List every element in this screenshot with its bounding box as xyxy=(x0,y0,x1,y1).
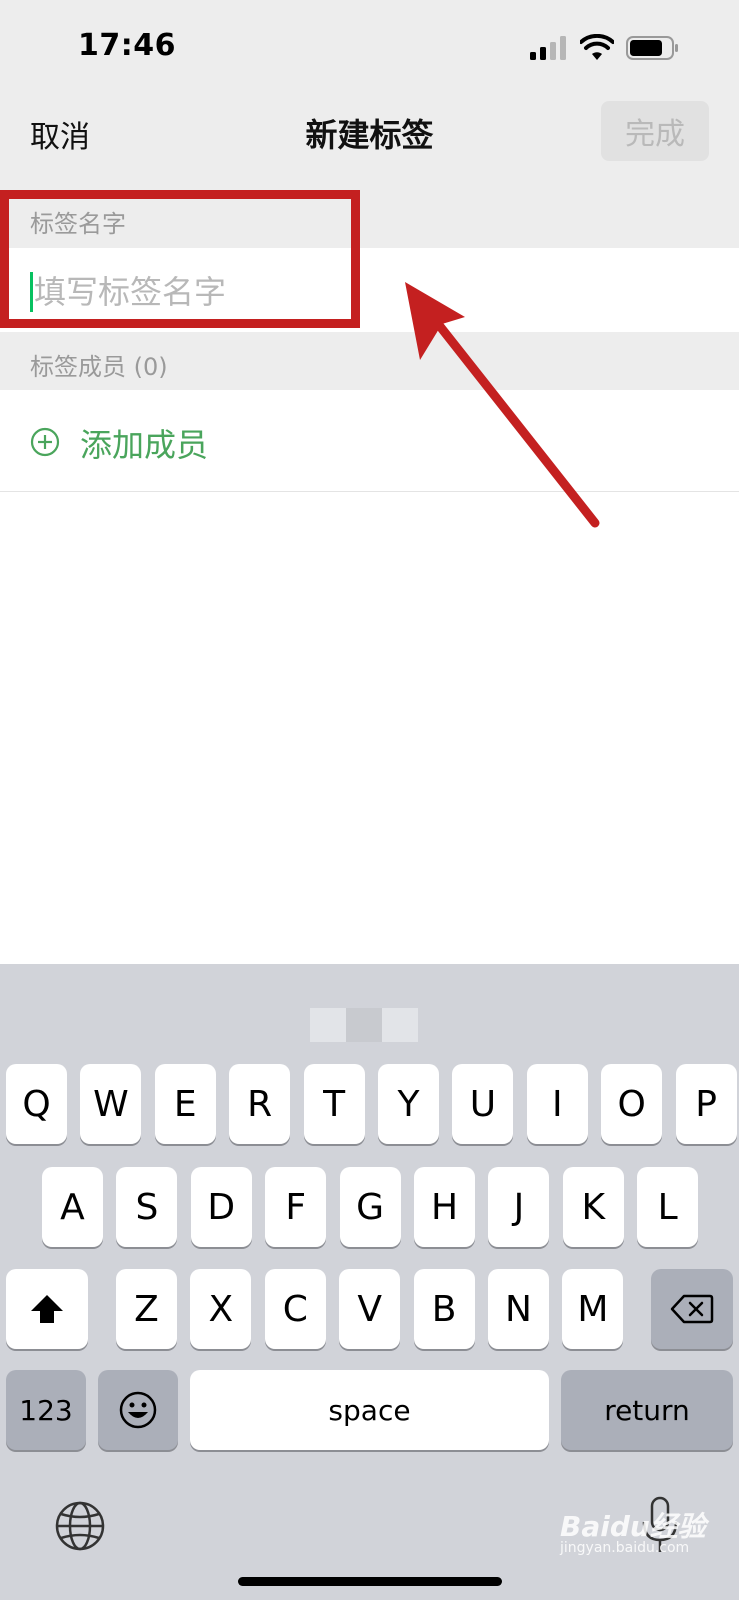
key-v[interactable]: V xyxy=(339,1269,401,1349)
key-z[interactable]: Z xyxy=(116,1269,177,1349)
prediction-bar xyxy=(310,1008,418,1042)
space-key[interactable]: space xyxy=(190,1370,549,1450)
done-button[interactable]: 完成 xyxy=(601,101,709,161)
shift-key[interactable] xyxy=(6,1269,88,1349)
key-t[interactable]: T xyxy=(303,1064,365,1144)
key-u[interactable]: U xyxy=(452,1064,514,1144)
key-e[interactable]: E xyxy=(154,1064,216,1144)
add-member-button[interactable]: 添加成员 xyxy=(80,420,208,466)
backspace-key[interactable] xyxy=(651,1269,733,1349)
numbers-key[interactable]: 123 xyxy=(6,1370,86,1450)
key-b[interactable]: B xyxy=(413,1269,475,1349)
key-f[interactable]: F xyxy=(265,1167,327,1247)
key-h[interactable]: H xyxy=(414,1167,475,1247)
key-y[interactable]: Y xyxy=(378,1064,439,1144)
key-r[interactable]: R xyxy=(229,1064,291,1144)
key-w[interactable]: W xyxy=(80,1064,142,1144)
key-s[interactable]: S xyxy=(116,1167,178,1247)
battery-icon xyxy=(626,36,678,60)
shift-arrow-icon xyxy=(31,1295,63,1323)
wifi-icon xyxy=(580,34,614,60)
key-j[interactable]: J xyxy=(488,1167,550,1247)
annotation-arrow-icon xyxy=(405,282,600,528)
annotation-highlight-box xyxy=(0,190,360,328)
emoji-icon xyxy=(119,1391,157,1429)
key-d[interactable]: D xyxy=(190,1167,252,1247)
key-m[interactable]: M xyxy=(562,1269,624,1349)
key-g[interactable]: G xyxy=(339,1167,401,1247)
cancel-button[interactable]: 取消 xyxy=(30,112,90,156)
key-k[interactable]: K xyxy=(562,1167,624,1247)
emoji-key[interactable] xyxy=(98,1370,178,1450)
key-x[interactable]: X xyxy=(190,1269,252,1349)
key-q[interactable]: Q xyxy=(6,1064,67,1144)
key-a[interactable]: A xyxy=(42,1167,103,1247)
plus-circle-icon[interactable] xyxy=(30,427,60,457)
key-p[interactable]: P xyxy=(675,1064,737,1144)
key-i[interactable]: I xyxy=(526,1064,588,1144)
members-count-label: 标签成员 (0) xyxy=(30,353,168,381)
home-indicator[interactable] xyxy=(238,1577,502,1586)
key-o[interactable]: O xyxy=(601,1064,663,1144)
key-c[interactable]: C xyxy=(264,1269,326,1349)
key-n[interactable]: N xyxy=(488,1269,549,1349)
status-time: 17:46 xyxy=(78,28,176,63)
globe-icon[interactable] xyxy=(54,1500,106,1552)
cellular-signal-icon xyxy=(530,36,566,60)
watermark-logo: Baidu经验 xyxy=(560,1510,706,1543)
watermark-url: jingyan.baidu.com xyxy=(560,1540,690,1556)
return-key[interactable]: return xyxy=(561,1370,733,1450)
backspace-icon xyxy=(670,1294,714,1324)
key-l[interactable]: L xyxy=(637,1167,699,1247)
